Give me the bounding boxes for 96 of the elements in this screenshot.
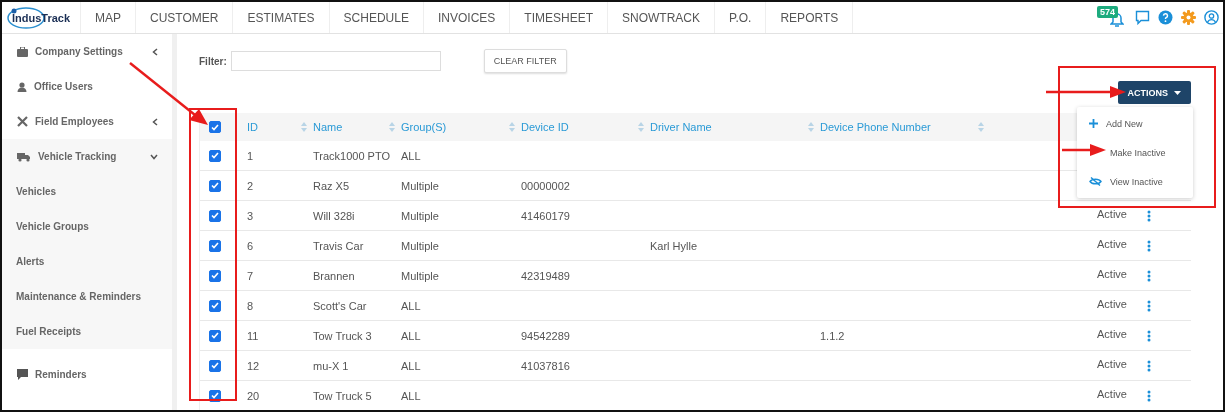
status-cell: Active [1097,327,1127,340]
nav-link[interactable]: CUSTOMER [136,2,234,33]
comment-icon [17,368,28,380]
status-cell: Active [1097,207,1127,220]
notification-badge: 574 [1097,5,1119,18]
help-icon[interactable] [1158,10,1173,25]
table-cell: 1 [247,149,254,162]
nav-link[interactable]: ESTIMATES [233,2,330,33]
status-cell: Active [1097,237,1127,250]
tools-icon [17,116,28,127]
table-cell: ALL [401,359,421,372]
table-cell: 2 [247,179,254,192]
table-cell: 42319489 [521,269,570,282]
row-checkbox[interactable] [209,269,221,282]
user-icon[interactable] [1204,10,1219,25]
table-cell: Multiple [401,209,439,222]
sidebar-item[interactable]: Alerts [2,244,172,279]
chat-icon[interactable] [1135,10,1150,25]
settings-icon[interactable] [1181,10,1196,25]
sidebar-item[interactable]: Vehicles [2,174,172,209]
table-cell: 7 [247,269,254,282]
row-checkbox[interactable] [209,329,221,342]
clear-filter-button[interactable]: CLEAR FILTER [483,49,567,73]
nav-link[interactable]: TIMESHEET [510,2,608,33]
table-cell: ALL [401,329,421,342]
filter-field[interactable] [230,51,441,71]
caret-left-icon [152,117,158,126]
menu-item[interactable]: Add New [1077,109,1193,138]
row-checkbox[interactable] [209,209,221,222]
row-checkbox[interactable] [209,179,221,192]
nav-link[interactable]: P.O. [715,2,767,33]
table-cell: 3 [247,209,254,222]
table-cell: ALL [401,389,421,402]
status-cell: Active [1097,387,1127,400]
nav-link[interactable]: MAP [81,2,136,33]
table-cell: 11 [247,329,259,342]
nav-link[interactable]: REPORTS [766,2,854,33]
nav-link[interactable]: SCHEDULE [329,2,424,33]
kebab-menu-icon[interactable] [1147,239,1151,252]
kebab-menu-icon[interactable] [1147,389,1151,402]
table-cell: 94542289 [521,329,570,342]
table-cell: Travis Car [313,239,364,252]
table-cell: 12 [247,359,260,372]
table-cell: Tow Truck 5 [313,389,372,402]
table-cell: 41460179 [521,209,570,222]
annotation-arrow [1062,144,1106,156]
kebab-menu-icon[interactable] [1147,269,1151,282]
sidebar-item[interactable]: Maintenance & Reminders [2,279,172,314]
plus-icon [1089,119,1098,128]
briefcase-icon [17,46,28,57]
filter-label: Filter: [199,55,227,67]
table-cell: 6 [247,239,254,252]
caret-down-icon [150,153,158,160]
table-cell: 41037816 [521,359,570,372]
caret-left-icon [152,47,158,56]
sidebar-item[interactable]: Vehicle Groups [2,209,172,244]
table-cell: Scott's Car [313,299,367,312]
person-icon [17,81,27,92]
status-cell: Active [1097,297,1127,310]
sidebar-item[interactable]: Fuel Receipts [2,314,172,349]
table-cell: Multiple [401,269,439,282]
eye-slash-icon [1089,177,1102,186]
table-cell: Will 328i [313,209,355,222]
table-cell: Tow Truck 3 [313,329,372,342]
table-cell: Raz X5 [313,179,350,192]
menu-item[interactable]: Make Inactive [1077,138,1193,167]
kebab-menu-icon[interactable] [1147,329,1151,342]
nav-link[interactable]: SNOWTRACK [608,2,715,33]
actions-button[interactable]: ACTIONS [1117,81,1191,104]
nav-link[interactable]: INVOICES [423,2,511,33]
table-cell: Multiple [401,179,439,192]
table-cell: mu-X 1 [313,359,349,372]
status-cell: Active [1097,357,1127,370]
row-checkbox[interactable] [209,149,221,162]
table-cell: Brannen [313,269,355,282]
table-cell: Karl Hylle [650,239,698,252]
status-cell: Active [1097,267,1127,280]
select-all-checkbox[interactable] [209,121,221,133]
row-checkbox[interactable] [209,299,221,312]
menu-item[interactable]: View Inactive [1077,167,1193,196]
table-cell: 20 [247,389,260,402]
table-cell: Multiple [401,239,439,252]
row-checkbox[interactable] [209,239,221,252]
truck-icon [17,151,31,162]
kebab-menu-icon[interactable] [1147,209,1151,222]
row-checkbox[interactable] [209,359,221,372]
table-cell: ALL [401,299,421,312]
kebab-menu-icon[interactable] [1147,359,1151,372]
table-cell: 1.1.2 [820,329,845,342]
kebab-menu-icon[interactable] [1147,299,1151,312]
table-cell: 00000002 [521,179,570,192]
table-cell: ALL [401,149,421,162]
table-cell: 8 [247,299,254,312]
sidebar-item[interactable]: Vehicle Tracking [2,139,172,174]
caret-down-icon [1174,90,1181,95]
table-cell: Track1000 PTO [313,149,391,162]
